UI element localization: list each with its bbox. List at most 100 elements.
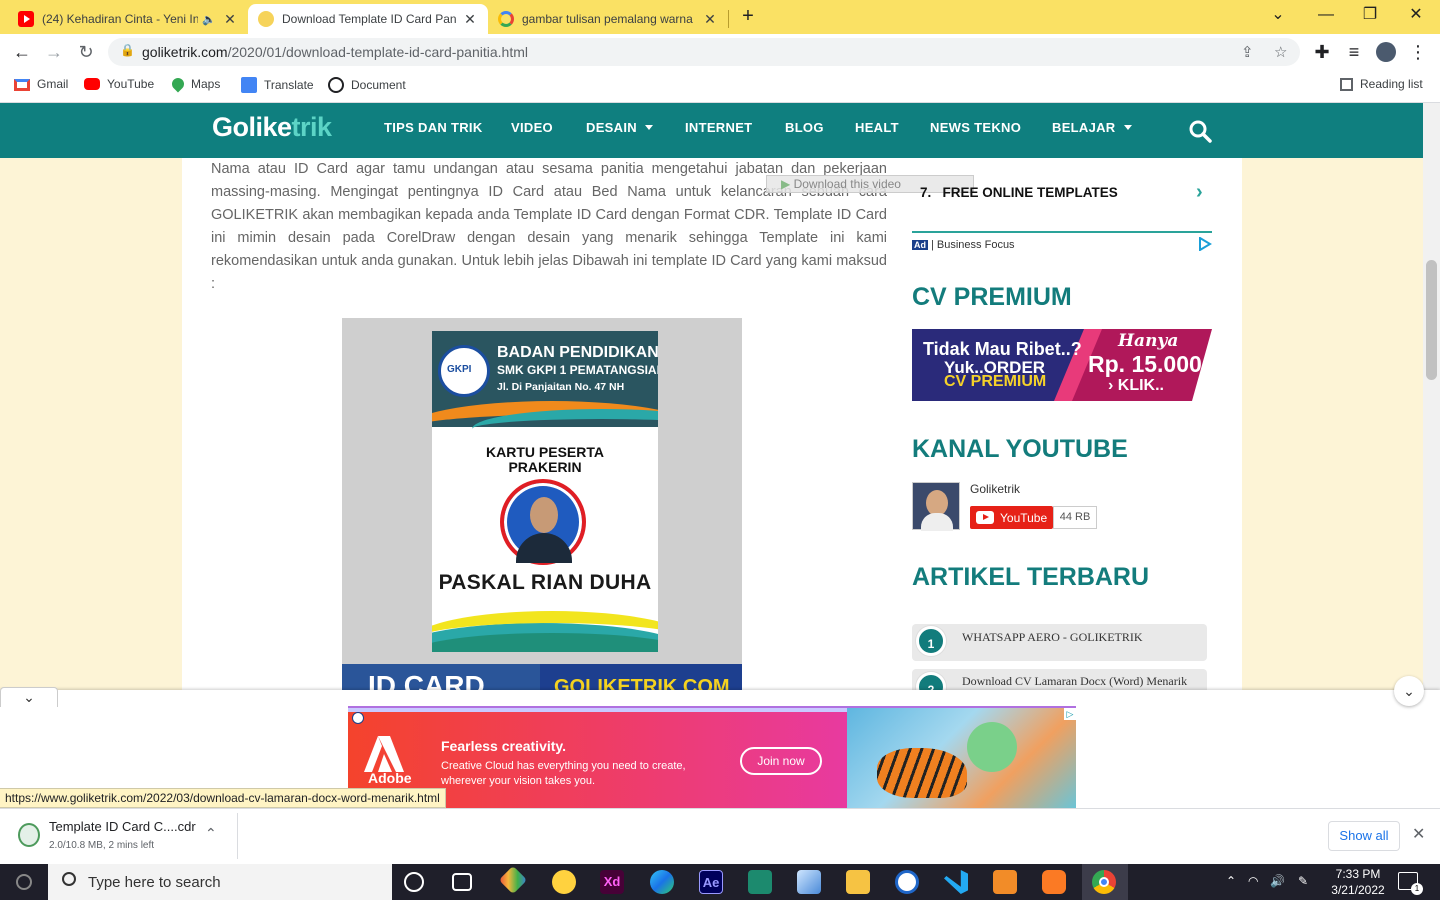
bookmark-gmail[interactable]: Gmail (14, 77, 68, 91)
restore-icon[interactable]: ❐ (1350, 4, 1390, 28)
adchoices-icon[interactable]: ▷ (1064, 708, 1076, 720)
lock-icon[interactable]: 🔒 (120, 43, 135, 57)
collapse-ad-icon[interactable]: ⌄ (0, 687, 58, 707)
join-now-button[interactable]: Join now (740, 747, 822, 775)
taskbar-search[interactable]: Type here to search (48, 864, 392, 900)
chrome-icon[interactable] (1092, 870, 1116, 894)
3d-box-icon[interactable] (797, 870, 821, 894)
reading-list-button[interactable]: Reading list (1340, 77, 1423, 91)
close-tab-icon[interactable]: ✕ (702, 11, 718, 28)
minimize-icon[interactable]: — (1306, 4, 1346, 28)
after-effects-icon[interactable]: Ae (699, 870, 723, 894)
nav-healt[interactable]: HEALT (855, 120, 899, 135)
chevron-right-icon[interactable]: › (1196, 181, 1203, 204)
emoji-app-icon[interactable] (552, 870, 576, 894)
chevron-up-icon[interactable]: ⌃ (205, 825, 217, 842)
card-photo (500, 479, 586, 565)
nav-news-tekno[interactable]: NEWS TEKNO (930, 120, 1021, 135)
tab-goliketrik[interactable]: Download Template ID Card Pani ✕ (248, 4, 488, 34)
bookmark-youtube[interactable]: YouTube (84, 77, 154, 91)
nav-belajar[interactable]: BELAJAR (1052, 120, 1132, 135)
task-view-icon[interactable] (452, 873, 472, 891)
notification-count: 1 (1411, 883, 1423, 895)
tab-search-icon[interactable]: ⌄ (1258, 4, 1298, 28)
url-text[interactable]: goliketrik.com/2020/01/download-template… (142, 44, 528, 60)
bookmark-maps[interactable]: Maps (169, 75, 220, 93)
nav-video[interactable]: VIDEO (511, 120, 553, 135)
sidebar-item-free-templates[interactable]: 7. FREE ONLINE TEMPLATES (920, 185, 1118, 200)
download-video-label: Download this video (793, 177, 901, 191)
share-icon[interactable]: ⇪ (1241, 43, 1254, 61)
nav-tips-dan-trik[interactable]: TIPS DAN TRIK (384, 120, 483, 135)
document-icon (328, 77, 344, 93)
chevron-down-icon[interactable]: ⌄ (1394, 676, 1424, 706)
adobe-xd-icon[interactable]: Xd (600, 870, 624, 894)
notification-icon[interactable]: 1 (1398, 872, 1423, 895)
sublime-icon[interactable] (993, 870, 1017, 894)
youtube-play-icon (976, 511, 994, 524)
bookmark-document[interactable]: Document (328, 77, 406, 93)
forward-icon[interactable]: → (42, 40, 66, 64)
menu-icon[interactable]: ⋮ (1406, 40, 1430, 64)
volume-icon[interactable]: 🔊 (1270, 874, 1285, 888)
channel-avatar[interactable] (912, 482, 960, 531)
scrollbar-thumb[interactable] (1426, 260, 1437, 380)
tab-google[interactable]: gambar tulisan pemalang warna ✕ (488, 4, 728, 34)
nav-blog[interactable]: BLOG (785, 120, 824, 135)
close-tab-icon[interactable]: ✕ (222, 11, 238, 28)
article-list-item[interactable]: 1 WHATSAPP AERO - GOLIKETRIK (912, 624, 1207, 661)
address-bar[interactable]: 🔒 goliketrik.com/2020/01/download-templa… (108, 38, 1300, 66)
cortana-icon[interactable] (404, 872, 424, 892)
word-app-icon[interactable] (895, 870, 919, 894)
nav-internet[interactable]: INTERNET (685, 120, 752, 135)
adchoices-icon[interactable] (1198, 237, 1212, 251)
media-control-icon[interactable]: ≡ (1342, 40, 1366, 64)
site-logo[interactable]: Goliketrik (212, 112, 332, 143)
close-window-icon[interactable]: ✕ (1396, 4, 1436, 28)
nav-desain[interactable]: DESAIN (586, 120, 653, 135)
bookmark-translate[interactable]: Translate (241, 77, 314, 93)
channel-name[interactable]: Goliketrik (970, 482, 1020, 496)
kartu-line1: KARTU PESERTA (486, 444, 604, 460)
file-explorer-icon[interactable] (846, 870, 870, 894)
close-tab-icon[interactable]: ✕ (462, 11, 478, 28)
ad-progress-line (348, 706, 1076, 708)
tab-youtube[interactable]: (24) Kehadiran Cinta - Yeni In 🔈 ✕ (8, 4, 248, 34)
clock[interactable]: 7:33 PM 3/21/2022 (1330, 866, 1386, 898)
show-all-button[interactable]: Show all (1328, 821, 1400, 851)
search-placeholder: Type here to search (88, 874, 221, 891)
bookmark-label: YouTube (107, 77, 155, 91)
pen-icon[interactable]: ✎ (1298, 874, 1308, 888)
xampp-icon[interactable] (1042, 870, 1066, 894)
page-scrollbar[interactable] (1423, 103, 1440, 708)
download-manager-icon[interactable] (748, 870, 772, 894)
id-card-image[interactable]: GKPI BADAN PENDIDIKAN SMK GKPI 1 PEMATAN… (342, 318, 742, 708)
divider (237, 813, 238, 859)
download-filename[interactable]: Template ID Card C....cdr (49, 819, 196, 834)
reload-icon[interactable]: ↻ (74, 40, 98, 64)
windows-taskbar: Type here to search Xd Ae ⌃ ◠ 🔊 ✎ 7:33 P… (0, 864, 1440, 900)
ad-attribution[interactable]: Ad | Business Focus (912, 239, 1015, 251)
site-navbar: Goliketrik TIPS DAN TRIK VIDEO DESAIN IN… (0, 103, 1423, 158)
new-tab-button[interactable]: + (736, 5, 760, 29)
cv-premium-banner[interactable]: Tidak Mau Ribet..? Yuk..ORDER CV PREMIUM… (912, 329, 1212, 401)
bookmark-star-icon[interactable]: ☆ (1274, 43, 1287, 61)
reading-list-icon (1340, 77, 1353, 91)
vscode-icon[interactable] (944, 870, 968, 894)
ad-info-icon[interactable] (352, 712, 364, 724)
close-shelf-icon[interactable]: ✕ (1412, 824, 1425, 844)
tray-chevron-icon[interactable]: ⌃ (1226, 874, 1236, 888)
adobe-ad[interactable]: Adobe Fearless creativity. Creative Clou… (348, 708, 1076, 808)
back-icon[interactable]: ← (10, 40, 34, 64)
edge-icon[interactable] (650, 870, 674, 894)
profile-avatar[interactable] (1376, 42, 1396, 62)
speaker-icon[interactable]: 🔈 (202, 13, 216, 26)
network-icon[interactable]: ◠ (1248, 874, 1258, 888)
download-shelf: Template ID Card C....cdr 2.0/10.8 MB, 2… (0, 808, 1440, 864)
search-icon[interactable] (1188, 119, 1212, 143)
extensions-icon[interactable]: ✚ (1310, 40, 1334, 64)
youtube-subscribe-button[interactable]: YouTube (970, 506, 1053, 529)
git-app-icon[interactable] (498, 865, 528, 895)
start-icon[interactable] (16, 874, 32, 890)
id-card: GKPI BADAN PENDIDIKAN SMK GKPI 1 PEMATAN… (432, 331, 658, 652)
